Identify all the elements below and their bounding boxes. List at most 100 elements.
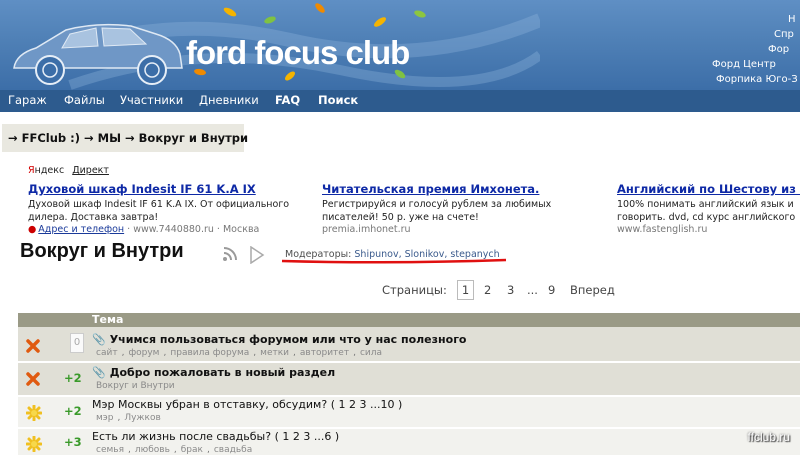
yandex-logo-rest: ндекс xyxy=(34,165,65,176)
map-pin-icon: ● xyxy=(28,224,37,235)
ad-address-link[interactable]: Адрес и телефон xyxy=(38,224,124,235)
topic-tags: семья, любовь, брак, свадьба xyxy=(96,445,252,455)
header-link[interactable]: Фор xyxy=(710,42,800,57)
ad-title-link[interactable]: Духовой шкаф Indesit IF 61 K.A IX xyxy=(28,182,318,196)
reply-count: +2 xyxy=(64,371,82,385)
page-link-last[interactable]: 9 xyxy=(548,283,555,297)
tag-separator: , xyxy=(353,348,356,358)
site-logo[interactable]: ford focus club xyxy=(186,34,410,72)
table-header: Тема xyxy=(18,313,800,327)
tag-separator: , xyxy=(121,348,125,358)
yandex-logo-first-letter: Я xyxy=(28,165,35,176)
tag-link[interactable]: любовь xyxy=(135,445,170,455)
tag-separator: , xyxy=(163,348,167,358)
nav-item-members[interactable]: Участники xyxy=(120,93,183,107)
topic-title-link[interactable]: 📎 Учимся пользоваться форумом или что у н… xyxy=(92,333,467,346)
site-watermark: ffclub.ru xyxy=(747,430,790,444)
topic-title-link[interactable]: 📎 Добро пожаловать в новый раздел xyxy=(92,366,335,379)
tag-link[interactable]: авторитет xyxy=(300,348,349,358)
nav-item-search[interactable]: Поиск xyxy=(318,93,358,107)
pagination: Страницы: 1 2 3 ... 9 Вперед xyxy=(0,280,800,300)
pagination-ellipsis: ... xyxy=(527,283,538,297)
tag-link[interactable]: свадьба xyxy=(214,445,252,455)
closed-topic-icon xyxy=(26,372,40,386)
closed-topic-icon xyxy=(26,339,40,353)
ad-body: Духовой шкаф Indesit IF 61 K.A IX. От оф… xyxy=(28,199,290,223)
tag-separator: , xyxy=(173,445,177,455)
ad-url[interactable]: www.7440880.ru xyxy=(133,224,214,235)
tag-link[interactable]: форум xyxy=(128,348,159,358)
header-link[interactable]: Спр xyxy=(710,27,800,42)
tag-link[interactable]: мэр xyxy=(96,413,113,423)
page-current: 1 xyxy=(457,280,474,300)
tag-link[interactable]: Лужков xyxy=(124,413,160,423)
topic-title-text: Учимся пользоваться форумом или что у на… xyxy=(109,333,467,346)
tag-link[interactable]: брак xyxy=(181,445,203,455)
yandex-logo[interactable]: Яндекс xyxy=(28,165,64,176)
ads-brand: Яндекс Директ xyxy=(28,165,109,176)
topic-tags: мэр, Лужков xyxy=(96,413,161,423)
ad-url[interactable]: premia.imhonet.ru xyxy=(322,224,572,235)
rss-icon[interactable] xyxy=(222,246,238,262)
nav-item-garage[interactable]: Гараж xyxy=(8,93,47,107)
tag-separator: , xyxy=(117,413,121,423)
ad-title-link[interactable]: Читательская премия Имхонета. xyxy=(322,182,572,196)
play-icon[interactable] xyxy=(249,246,265,264)
new-posts-star-icon xyxy=(26,405,42,421)
tag-link[interactable]: метки xyxy=(260,348,289,358)
tag-separator: , xyxy=(128,445,131,455)
table-row: +2 📎 Добро пожаловать в новый раздел Вокр… xyxy=(18,363,800,395)
nav-item-diaries[interactable]: Дневники xyxy=(199,93,259,107)
paperclip-icon: 📎 xyxy=(92,333,106,346)
topic-title-link[interactable]: Мэр Москвы убран в отставку, обсудим? ( … xyxy=(92,398,402,411)
header-link[interactable]: Форд Центр xyxy=(710,57,800,72)
ad-block: Читательская премия Имхонета. Регистриру… xyxy=(322,182,572,235)
tag-link[interactable]: семья xyxy=(96,445,124,455)
tag-link[interactable]: сила xyxy=(360,348,382,358)
paperclip-icon: 📎 xyxy=(92,366,106,379)
topic-tags: сайт, форум, правила форума, метки, авторите… xyxy=(96,348,382,358)
table-row: 0 📎 Учимся пользоваться форумом или что у… xyxy=(18,327,800,361)
column-header-topic[interactable]: Тема xyxy=(92,313,123,326)
page-link[interactable]: 2 xyxy=(484,283,491,297)
pagination-label: Страницы: xyxy=(382,283,447,297)
topic-title-text: Добро пожаловать в новый раздел xyxy=(109,366,336,379)
ad-title-link[interactable]: Английский по Шестову из Гинн xyxy=(617,182,800,196)
topic-table: Тема 0 📎 Учимся пользоваться форумом или … xyxy=(18,313,800,455)
nav-item-faq[interactable]: FAQ xyxy=(275,93,300,107)
reply-count: +3 xyxy=(64,435,82,449)
car-icon xyxy=(13,23,183,85)
topic-title-link[interactable]: Есть ли жизнь после свадьбы? ( 1 2 3 ...… xyxy=(92,430,339,443)
header-links: Н Спр Фор Форд Центр Форпика Юго-З xyxy=(710,12,800,87)
table-row: +3 Есть ли жизнь после свадьбы? ( 1 2 3 … xyxy=(18,429,800,455)
header-link[interactable]: Форпика Юго-З xyxy=(710,72,800,87)
ad-body: Регистрируйся и голосуй рублем за любимы… xyxy=(322,199,552,223)
tag-link[interactable]: сайт xyxy=(96,348,118,358)
site-header: ford focus club Н Спр Фор Форд Центр Фор… xyxy=(0,0,800,90)
nav-item-files[interactable]: Файлы xyxy=(64,93,105,107)
next-page-link[interactable]: Вперед xyxy=(570,283,615,297)
tag-link[interactable]: правила форума xyxy=(170,348,249,358)
red-underline-annotation xyxy=(281,258,507,264)
tag-separator: , xyxy=(253,348,257,358)
topic-tags: Вокруг и Внутри xyxy=(96,381,175,391)
header-link[interactable]: Н xyxy=(710,12,800,27)
page-link[interactable]: 3 xyxy=(507,283,514,297)
tag-separator: , xyxy=(293,348,296,358)
breadcrumb[interactable]: → FFClub :) → МЫ → Вокруг и Внутри xyxy=(2,124,248,152)
forum-title: Вокруг и Внутри xyxy=(20,240,184,262)
main-nav: Гараж Файлы Участники Дневники FAQ Поиск xyxy=(0,90,800,112)
page: ford focus club Н Спр Фор Форд Центр Фор… xyxy=(0,0,800,455)
tag-link[interactable]: Вокруг и Внутри xyxy=(96,381,175,391)
ad-url-line: ● Адрес и телефон · www.7440880.ru · Моск… xyxy=(28,224,260,235)
ad-body: 100% понимать английский язык и говорить… xyxy=(617,199,796,223)
direct-link[interactable]: Директ xyxy=(72,165,109,176)
tag-separator: , xyxy=(206,445,210,455)
new-posts-star-icon xyxy=(26,436,42,452)
ad-block: Английский по Шестову из Гинн 100% поним… xyxy=(617,182,800,235)
reply-count-badge: 0 xyxy=(70,333,84,353)
reply-count: +2 xyxy=(64,404,82,418)
ad-url[interactable]: www.fastenglish.ru xyxy=(617,224,800,235)
ad-block: Духовой шкаф Indesit IF 61 K.A IX Духово… xyxy=(28,182,318,235)
table-row: +2 Мэр Москвы убран в отставку, обсудим?… xyxy=(18,397,800,427)
